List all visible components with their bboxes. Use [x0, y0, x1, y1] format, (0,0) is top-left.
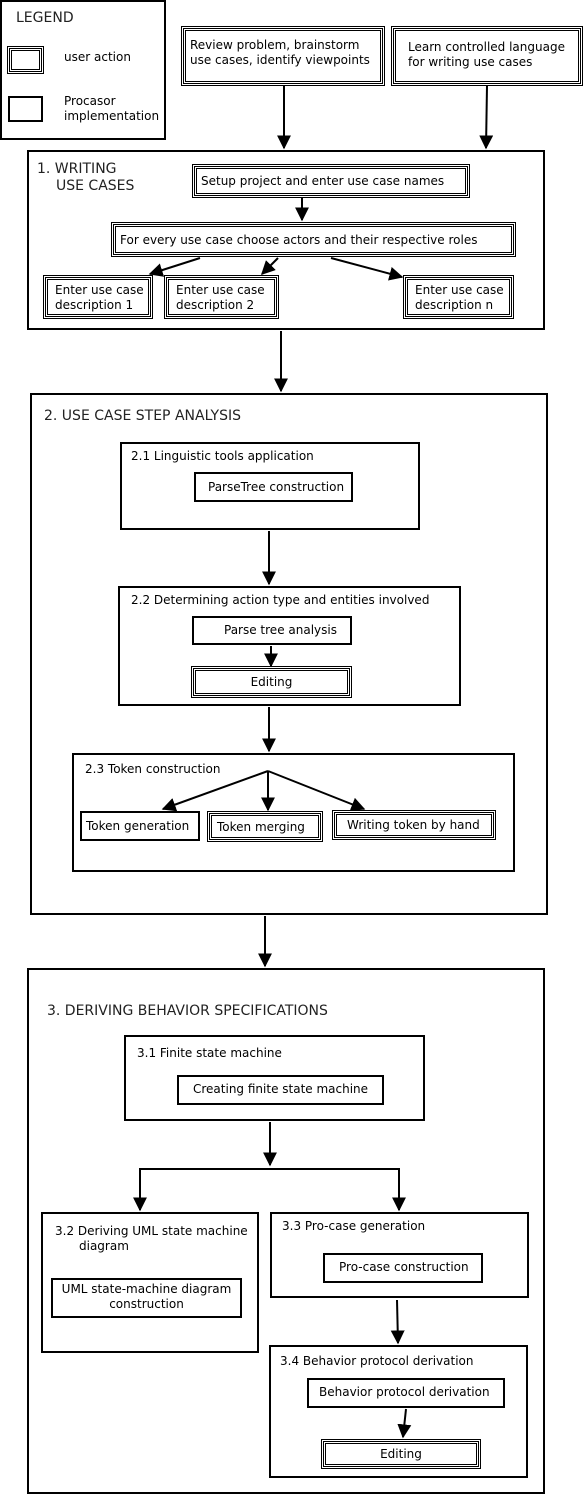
arrow-actors-to-descn — [330, 257, 404, 281]
connectors — [133, 85, 494, 1439]
branch-line-3-2-3-3 — [139, 1168, 400, 1210]
branch-writing-token — [267, 770, 366, 811]
branch-token-generation — [161, 770, 269, 812]
arrow-actors-to-desc2 — [261, 257, 279, 275]
arrow-3-3-to-3-4 — [390, 1299, 405, 1345]
arrow-learn-to-section1 — [479, 85, 494, 150]
arrow-actors-to-desc1 — [148, 257, 201, 277]
arrow-derivation-to-editing — [397, 1408, 412, 1439]
